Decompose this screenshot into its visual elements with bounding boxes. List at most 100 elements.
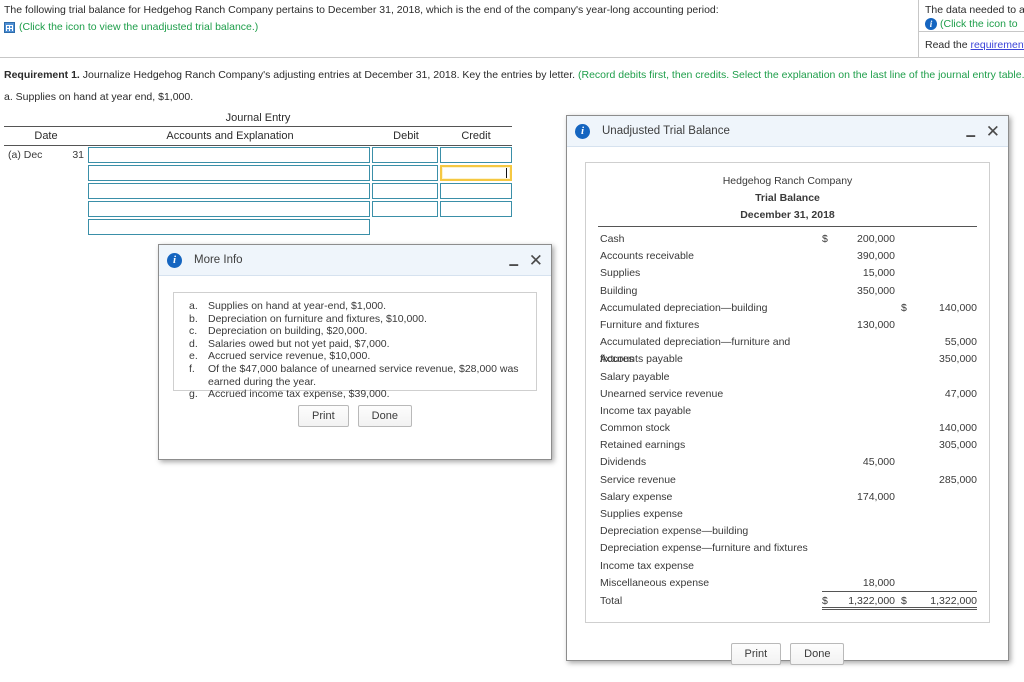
debit-input[interactable] — [372, 165, 438, 181]
horizontal-divider — [0, 57, 1024, 58]
journal-entry-body: (a) Dec 31 — [4, 146, 512, 236]
trial-balance-body: Hedgehog Ranch Company Trial Balance Dec… — [567, 162, 1008, 666]
column-header-date: Date — [34, 130, 58, 142]
debit-input[interactable] — [372, 183, 438, 199]
minimize-icon[interactable]: – — [966, 126, 976, 144]
tb-debit-symbol — [822, 540, 835, 557]
tb-row: Salary payable — [598, 369, 977, 386]
done-button[interactable]: Done — [357, 405, 412, 427]
accounts-input[interactable] — [88, 183, 370, 199]
info-circle-icon: i — [167, 252, 182, 268]
tb-company-name: Hedgehog Ranch Company — [722, 175, 853, 187]
journal-date-cell — [4, 200, 88, 218]
accounts-input[interactable] — [88, 201, 370, 217]
more-info-item-text: Accrued income tax expense, $39,000. — [208, 388, 390, 401]
tb-credit-symbol — [895, 248, 917, 265]
tb-account-name: Income tax expense — [600, 559, 694, 572]
accounts-input[interactable] — [88, 219, 370, 235]
tb-credit-value: 350,000 — [939, 353, 977, 366]
tb-credit-value — [917, 231, 977, 248]
tb-account-name: Total — [600, 594, 623, 607]
tb-report-name: Trial Balance — [755, 192, 820, 204]
tb-debit-value — [835, 558, 895, 575]
journal-date-cell: (a) Dec 31 — [4, 146, 88, 164]
tb-total-row: Total $1,322,000 $1,322,000 — [598, 593, 977, 611]
tb-account-name: Service revenue — [600, 473, 676, 486]
credit-input[interactable] — [440, 147, 512, 163]
more-info-item-key: a. — [189, 300, 198, 312]
tb-row: Accounts payable 350,000 — [598, 351, 977, 368]
credit-input[interactable] — [440, 201, 512, 217]
debit-input[interactable] — [372, 147, 438, 163]
tb-row: Supplies expense — [598, 506, 977, 523]
info-circle-icon[interactable]: i — [925, 18, 937, 30]
tb-account-name: Accumulated depreciation—furniture and f… — [600, 336, 791, 366]
tb-debit-symbol — [822, 523, 835, 540]
credit-input[interactable] — [440, 183, 512, 199]
tb-account-name: Dividends — [600, 456, 647, 469]
journal-entry-row — [4, 182, 512, 200]
journal-date-label: (a) Dec — [8, 149, 43, 161]
tb-debit-symbol — [822, 334, 835, 351]
column-header-debit: Debit — [393, 130, 419, 142]
tb-debit-symbol — [822, 265, 835, 282]
more-info-body: a. Supplies on hand at year-end, $1,000. b… — [159, 292, 551, 427]
tb-credit-symbol — [895, 558, 917, 575]
table-grid-icon[interactable] — [4, 21, 15, 33]
tb-debit-symbol — [822, 403, 835, 420]
tb-credit-symbol — [895, 265, 917, 282]
unadjusted-trial-balance-dialog[interactable]: i Unadjusted Trial Balance – ✕ Hedgehog … — [566, 115, 1009, 666]
tb-debit-value — [835, 540, 895, 557]
right-panel-info-row[interactable]: i (Click the icon to — [925, 17, 1024, 31]
tb-debit-symbol — [822, 386, 835, 403]
more-info-item-text: Depreciation on building, $20,000. — [208, 325, 368, 338]
tb-report-date: December 31, 2018 — [740, 209, 835, 221]
done-button[interactable]: Done — [790, 643, 845, 666]
print-button[interactable]: Print — [730, 643, 782, 666]
right-panel-click-text[interactable]: (Click the icon to — [940, 17, 1018, 31]
accounts-input[interactable] — [88, 165, 370, 181]
tb-debit-symbol — [822, 300, 835, 317]
requirements-link[interactable]: requirement — [971, 39, 1024, 51]
tb-debit-symbol — [822, 248, 835, 265]
more-info-item: c. Depreciation on building, $20,000. — [182, 325, 528, 338]
tb-credit-symbol — [895, 283, 917, 300]
tb-credit-symbol — [895, 454, 917, 471]
more-info-titlebar[interactable]: i More Info – ✕ — [159, 245, 551, 276]
close-icon[interactable]: ✕ — [529, 252, 543, 269]
tb-row: Retained earnings 305,000 — [598, 437, 977, 454]
credit-input[interactable] — [440, 165, 512, 181]
trial-balance-titlebar[interactable]: i Unadjusted Trial Balance – ✕ — [567, 116, 1008, 147]
tb-credit-symbol — [895, 317, 917, 334]
right-panel-text: The data needed to a — [925, 4, 1024, 16]
minimize-icon[interactable]: – — [509, 255, 519, 273]
tb-credit-symbol: $ — [895, 593, 917, 611]
tb-debit-symbol — [822, 575, 835, 592]
accounts-input[interactable] — [88, 147, 370, 163]
read-prefix-text: Read the — [925, 39, 971, 51]
trial-balance-title: Unadjusted Trial Balance — [602, 125, 730, 137]
problem-left-column: The following trial balance for Hedgehog… — [4, 3, 914, 34]
column-header-accounts: Accounts and Explanation — [166, 130, 294, 142]
trial-balance-link-row[interactable]: (Click the icon to view the unadjusted t… — [4, 20, 914, 34]
debit-input[interactable] — [372, 201, 438, 217]
tb-row: Unearned service revenue 47,000 — [598, 386, 977, 403]
journal-entry-row — [4, 200, 512, 218]
tb-credit-value: 55,000 — [944, 336, 977, 349]
close-icon[interactable]: ✕ — [986, 123, 1000, 140]
problem-statement-text: The following trial balance for Hedgehog… — [4, 4, 719, 16]
tb-credit-symbol — [895, 231, 917, 248]
tb-credit-value — [917, 523, 977, 540]
tb-credit-value — [917, 403, 977, 420]
more-info-dialog[interactable]: i More Info – ✕ a. Supplies on hand at ye… — [158, 244, 552, 460]
journal-entry-title: Journal Entry — [225, 112, 291, 124]
tb-credit-value: 285,000 — [939, 473, 977, 486]
print-button[interactable]: Print — [298, 405, 349, 427]
tb-debit-value — [835, 523, 895, 540]
tb-row: Service revenue 285,000 — [598, 472, 977, 489]
more-info-item-key: e. — [189, 350, 198, 363]
tb-row: Cash $200,000 — [598, 231, 977, 248]
tb-row: Income tax expense — [598, 558, 977, 575]
tb-debit-value: 130,000 — [857, 318, 895, 331]
click-icon-trial-balance-text[interactable]: (Click the icon to view the unadjusted t… — [19, 20, 258, 34]
